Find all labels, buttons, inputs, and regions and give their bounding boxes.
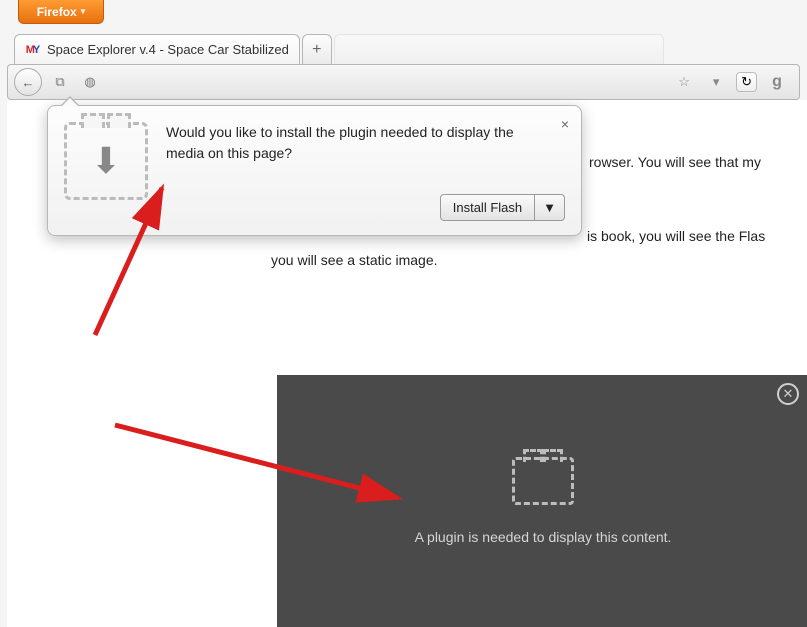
navigation-toolbar: ← ⧉ ◍ ☆ ▾ ↻ g [7, 64, 800, 100]
favicon-icon: MY [25, 42, 41, 58]
new-tab-button[interactable]: + [302, 34, 332, 64]
toolbar-right: ☆ ▾ ↻ g [672, 70, 793, 94]
plugin-download-icon: ⬇ [64, 122, 148, 200]
tab-groups-button[interactable]: ⧉ [48, 70, 72, 94]
chevron-down-icon: ▼ [543, 200, 556, 215]
tab-title: Space Explorer v.4 - Space Car Stabilize… [47, 42, 289, 57]
close-doorhanger-button[interactable]: × [561, 116, 569, 132]
google-icon: g [772, 73, 782, 91]
bookmark-star-button[interactable]: ☆ [672, 70, 696, 94]
install-plugin-doorhanger: ⬇ × Would you like to install the plugin… [47, 105, 582, 236]
plugin-lego-icon [512, 457, 574, 505]
firefox-menu-label: Firefox [37, 5, 77, 19]
chevron-down-icon: ▾ [81, 6, 86, 17]
tab-groups-icon: ⧉ [55, 74, 64, 90]
firefox-menu-button[interactable]: Firefox ▾ [18, 0, 104, 24]
page-text-fragment: is book, you will see the Flas [587, 226, 765, 247]
close-placeholder-button[interactable]: ✕ [777, 383, 799, 405]
star-icon: ☆ [678, 74, 690, 90]
search-engine-button[interactable]: g [765, 70, 789, 94]
install-flash-dropdown-button[interactable]: ▼ [535, 194, 565, 221]
history-dropdown-button[interactable]: ▾ [704, 70, 728, 94]
back-arrow-icon: ← [22, 75, 35, 90]
download-arrow-icon: ⬇ [91, 143, 121, 179]
back-button[interactable]: ← [14, 68, 42, 96]
reload-icon: ↻ [741, 74, 752, 90]
reload-button[interactable]: ↻ [736, 72, 757, 92]
page-text-fragment: rowser. You will see that my [589, 152, 761, 173]
tab-bar: MY Space Explorer v.4 - Space Car Stabil… [14, 30, 800, 64]
plugin-placeholder-message: A plugin is needed to display this conte… [415, 529, 672, 545]
plugin-placeholder[interactable]: ✕ A plugin is needed to display this con… [277, 375, 807, 627]
install-flash-label: Install Flash [453, 200, 522, 215]
page-text-line: you will see a static image. [271, 250, 438, 271]
close-icon: ✕ [783, 386, 794, 402]
doorhanger-message: Would you like to install the plugin nee… [166, 122, 565, 164]
install-flash-button[interactable]: Install Flash [440, 194, 535, 221]
install-flash-button-group: Install Flash ▼ [440, 194, 565, 221]
tab-inactive[interactable] [334, 34, 664, 64]
close-icon: × [561, 116, 569, 132]
globe-icon: ◍ [84, 74, 95, 90]
plus-icon: + [312, 41, 321, 59]
chevron-down-icon: ▾ [713, 74, 720, 90]
tab-active[interactable]: MY Space Explorer v.4 - Space Car Stabil… [14, 34, 300, 64]
site-identity-button[interactable]: ◍ [78, 70, 102, 94]
